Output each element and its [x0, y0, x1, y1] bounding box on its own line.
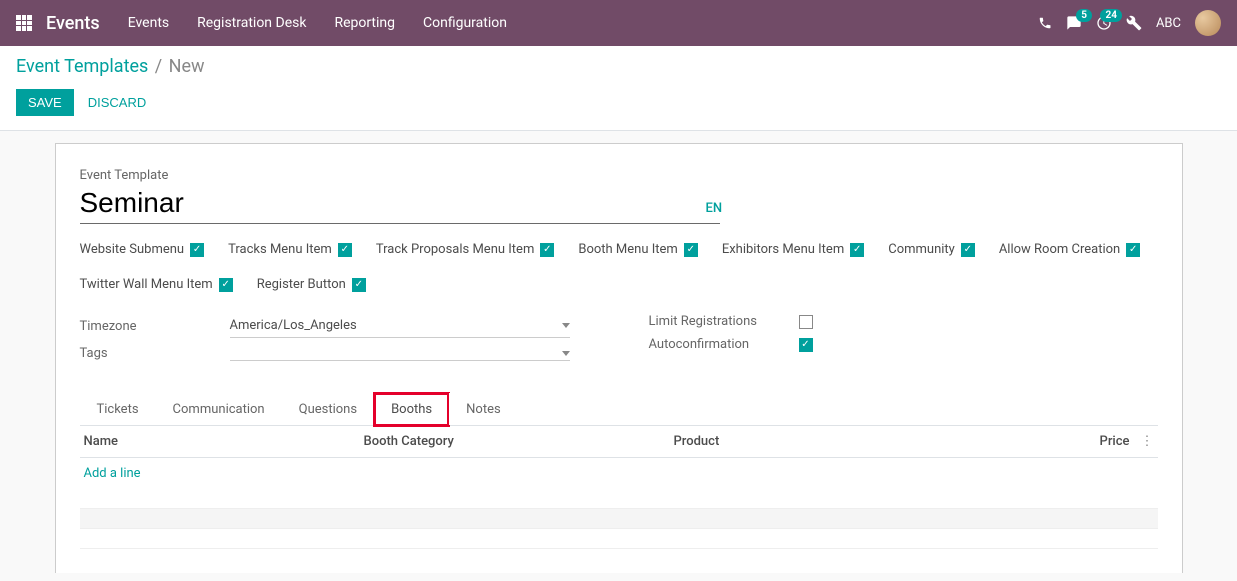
- option-label: Community: [888, 242, 955, 257]
- option-label: Register Button: [257, 277, 346, 292]
- option-label: Tracks Menu Item: [228, 242, 332, 257]
- label-limit-reg: Limit Registrations: [649, 314, 799, 329]
- apps-menu-icon[interactable]: [16, 15, 32, 31]
- activities-badge: 24: [1100, 9, 1121, 22]
- form-sheet: Event Template EN Website Submenu✓Tracks…: [55, 143, 1183, 573]
- chevron-down-icon: [562, 351, 570, 356]
- option-website-submenu: Website Submenu ✓: [80, 242, 205, 257]
- nav-reporting[interactable]: Reporting: [334, 15, 395, 31]
- timezone-select[interactable]: America/Los_Angeles: [230, 314, 570, 338]
- option-checkbox[interactable]: ✓: [961, 243, 975, 257]
- option-checkbox[interactable]: ✓: [352, 278, 366, 292]
- col-product: Product: [674, 434, 1050, 449]
- kebab-icon[interactable]: ⋮: [1130, 434, 1154, 449]
- col-price: Price: [1050, 434, 1130, 449]
- tab-tickets[interactable]: Tickets: [80, 393, 156, 425]
- option-checkbox[interactable]: ✓: [1126, 243, 1140, 257]
- option-label: Allow Room Creation: [999, 242, 1120, 257]
- col-booth-category: Booth Category: [364, 434, 674, 449]
- option-label: Twitter Wall Menu Item: [80, 277, 213, 292]
- activities-icon[interactable]: 24: [1096, 15, 1112, 31]
- tab-notes[interactable]: Notes: [449, 393, 518, 425]
- name-input[interactable]: [80, 185, 720, 224]
- tags-select[interactable]: [230, 347, 570, 361]
- debug-icon[interactable]: [1126, 15, 1142, 31]
- option-label: Booth Menu Item: [578, 242, 677, 257]
- option-checkbox[interactable]: ✓: [684, 243, 698, 257]
- limit-reg-checkbox[interactable]: [799, 315, 813, 329]
- option-twitter-wall-menu-item: Twitter Wall Menu Item ✓: [80, 277, 233, 292]
- nav-events[interactable]: Events: [128, 15, 169, 31]
- option-track-proposals-menu-item: Track Proposals Menu Item ✓: [376, 242, 555, 257]
- option-tracks-menu-item: Tracks Menu Item ✓: [228, 242, 352, 257]
- col-name: Name: [84, 434, 364, 449]
- avatar[interactable]: [1195, 10, 1221, 36]
- nav-configuration[interactable]: Configuration: [423, 15, 507, 31]
- option-checkbox[interactable]: ✓: [850, 243, 864, 257]
- nav-registration-desk[interactable]: Registration Desk: [197, 15, 306, 31]
- option-label: Track Proposals Menu Item: [376, 242, 535, 257]
- option-checkbox[interactable]: ✓: [190, 243, 204, 257]
- messages-icon[interactable]: 5: [1066, 15, 1082, 31]
- tab-questions[interactable]: Questions: [282, 393, 374, 425]
- nav-menu: Events Registration Desk Reporting Confi…: [128, 15, 1038, 31]
- option-label: Exhibitors Menu Item: [722, 242, 844, 257]
- app-brand[interactable]: Events: [46, 13, 100, 34]
- option-community: Community ✓: [888, 242, 975, 257]
- autoconf-checkbox[interactable]: ✓: [799, 338, 813, 352]
- option-register-button: Register Button ✓: [257, 277, 366, 292]
- breadcrumb-parent[interactable]: Event Templates: [16, 56, 148, 77]
- add-line-link[interactable]: Add a line: [80, 458, 1158, 489]
- label-event-template: Event Template: [80, 168, 1158, 183]
- lang-button[interactable]: EN: [706, 201, 723, 216]
- tab-communication[interactable]: Communication: [156, 393, 282, 425]
- label-timezone: Timezone: [80, 319, 230, 334]
- phone-icon[interactable]: [1038, 16, 1052, 30]
- breadcrumb-current: New: [169, 56, 205, 77]
- label-autoconf: Autoconfirmation: [649, 337, 799, 352]
- tab-booths[interactable]: Booths: [374, 393, 449, 426]
- option-checkbox[interactable]: ✓: [338, 243, 352, 257]
- chevron-down-icon: [562, 323, 570, 328]
- breadcrumb: Event Templates / New: [16, 56, 1221, 77]
- option-booth-menu-item: Booth Menu Item ✓: [578, 242, 697, 257]
- option-checkbox[interactable]: ✓: [219, 278, 233, 292]
- messages-badge: 5: [1076, 9, 1092, 22]
- option-allow-room-creation: Allow Room Creation ✓: [999, 242, 1140, 257]
- label-tags: Tags: [80, 346, 230, 361]
- user-name[interactable]: ABC: [1156, 16, 1181, 31]
- option-checkbox[interactable]: ✓: [540, 243, 554, 257]
- save-button[interactable]: Save: [16, 89, 74, 116]
- discard-button[interactable]: Discard: [88, 95, 147, 110]
- option-label: Website Submenu: [80, 242, 185, 257]
- option-exhibitors-menu-item: Exhibitors Menu Item ✓: [722, 242, 864, 257]
